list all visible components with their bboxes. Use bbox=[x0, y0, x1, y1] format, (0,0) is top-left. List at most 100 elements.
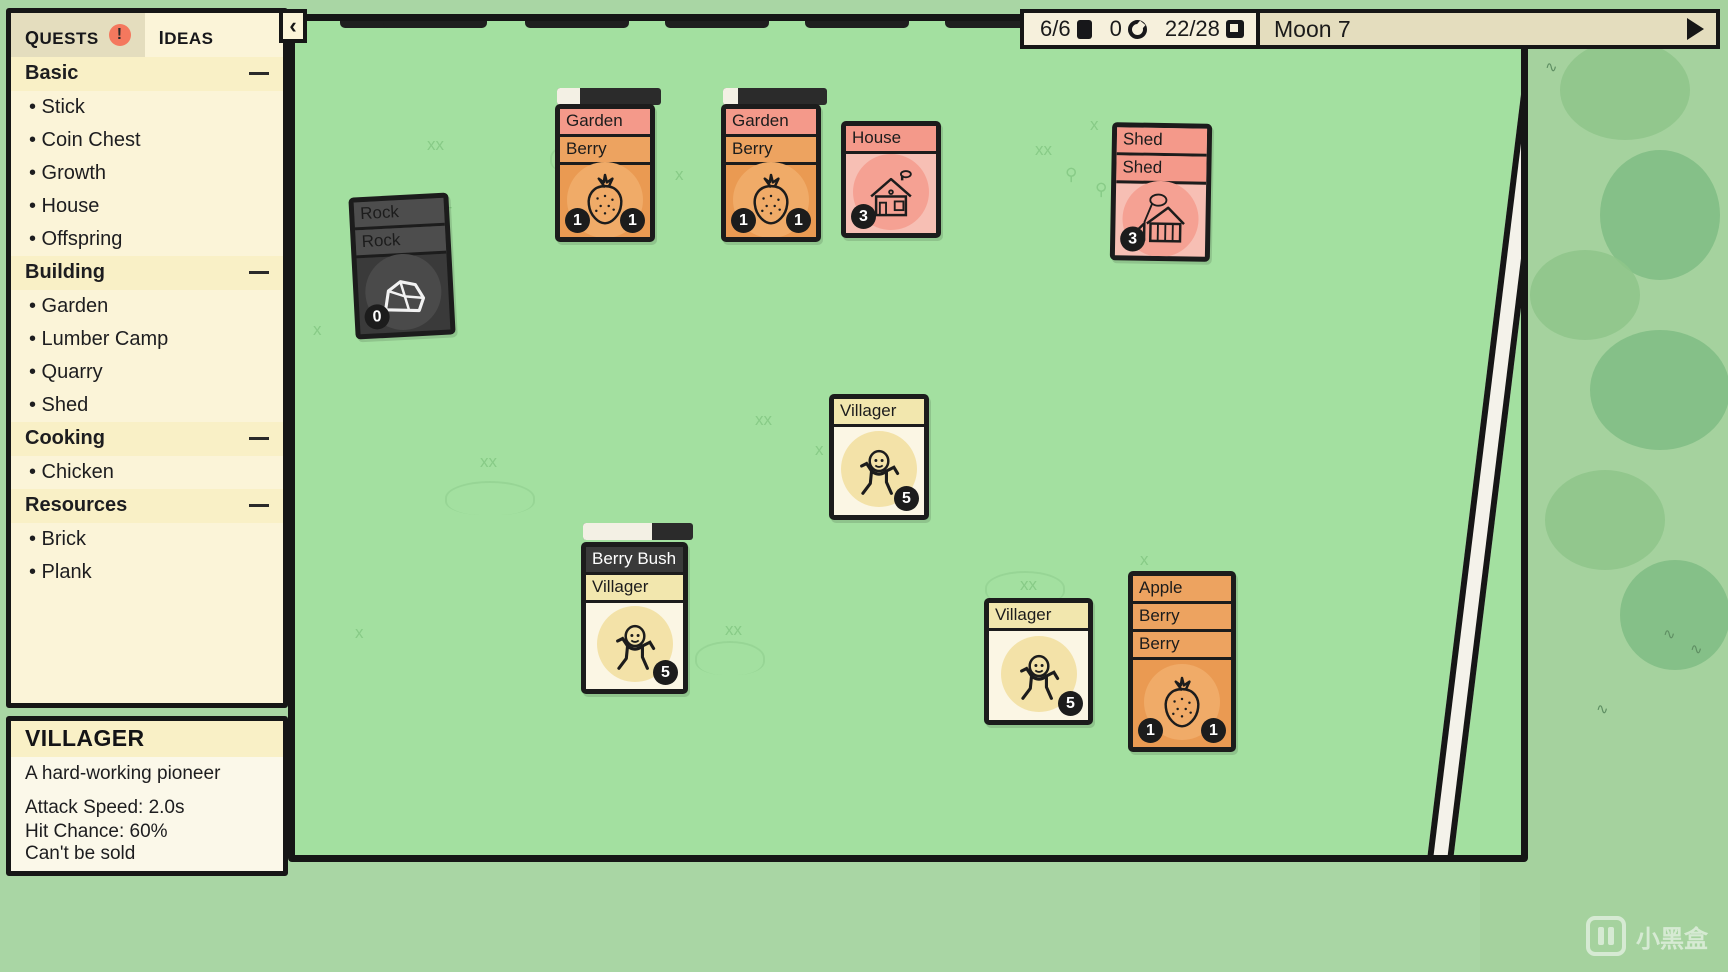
resource-hud: 6/6 0 22/28 bbox=[1020, 9, 1264, 49]
card-body: 11 bbox=[726, 161, 816, 237]
quest-item[interactable]: • Shed bbox=[11, 389, 283, 422]
moon-progress-bar[interactable]: Moon 7 bbox=[1256, 9, 1720, 49]
quest-item[interactable]: • House bbox=[11, 190, 283, 223]
card-row-label[interactable]: Berry bbox=[1133, 604, 1231, 632]
card-count-right: 1 bbox=[786, 208, 811, 233]
card-progress-bar bbox=[583, 523, 693, 540]
villager-card-1[interactable]: Villager 5 bbox=[829, 394, 929, 520]
quest-group-header[interactable]: Cooking bbox=[11, 422, 283, 456]
quest-item[interactable]: • Chicken bbox=[11, 456, 283, 489]
quest-item[interactable]: • Offspring bbox=[11, 223, 283, 256]
collapse-minus-icon[interactable] bbox=[249, 271, 269, 274]
tab-ideas[interactable]: Ideas bbox=[145, 13, 228, 57]
card-row-label[interactable]: House bbox=[846, 126, 936, 154]
card-progress-bar bbox=[723, 88, 827, 105]
card-row-label[interactable]: Shed bbox=[1116, 127, 1208, 157]
quest-item[interactable]: • Garden bbox=[11, 290, 283, 323]
card-row-label[interactable]: Apple bbox=[1133, 576, 1231, 604]
tree-blob bbox=[1530, 250, 1640, 340]
card-body: 5 bbox=[834, 427, 924, 515]
card-progress-fill bbox=[723, 88, 738, 105]
play-triangle-icon[interactable] bbox=[1687, 18, 1704, 40]
offscreen-card-5[interactable] bbox=[805, 21, 909, 28]
grass-doodle: xx bbox=[725, 620, 742, 639]
quest-item[interactable]: • Lumber Camp bbox=[11, 323, 283, 356]
garden-berry-stack-2[interactable]: Garden Berry 1 1 bbox=[721, 104, 821, 242]
card-body: 0 bbox=[357, 252, 451, 335]
shed-shed-stack[interactable]: Shed Shed 3 bbox=[1109, 122, 1213, 262]
sidebar-collapse-button[interactable]: ‹ bbox=[279, 9, 307, 43]
game-screen: ∿ ∿ ∿ ∿ xx ⌜ x xx x x xx x xx xx x ⚲ ⚲ x… bbox=[0, 0, 1728, 972]
card-row-label[interactable]: Villager bbox=[834, 399, 924, 427]
moon-label: Moon 7 bbox=[1274, 15, 1351, 42]
pack-count-group: 22/28 bbox=[1165, 16, 1244, 42]
card-body: 3 bbox=[846, 153, 936, 233]
box-icon bbox=[1225, 20, 1244, 38]
card-count-value: 6/6 bbox=[1040, 16, 1071, 41]
card-count-group: 6/6 bbox=[1040, 16, 1092, 42]
card-count-right: 5 bbox=[653, 660, 678, 685]
tree-blob bbox=[1620, 560, 1728, 670]
quest-item[interactable]: • Coin Chest bbox=[11, 124, 283, 157]
card-row-label[interactable]: Garden bbox=[560, 109, 650, 137]
card-row-label[interactable]: Villager bbox=[586, 575, 683, 603]
house-card[interactable]: House 3 bbox=[841, 121, 941, 238]
collapse-minus-icon[interactable] bbox=[249, 504, 269, 507]
sidebar-tabbar[interactable]: Quests! Ideas bbox=[11, 13, 283, 57]
offscreen-card-3[interactable] bbox=[525, 21, 629, 28]
offscreen-card-4[interactable] bbox=[665, 21, 769, 28]
grass-doodle: xx bbox=[755, 410, 772, 429]
quest-group-header[interactable]: Basic bbox=[11, 57, 283, 91]
collapse-minus-icon[interactable] bbox=[249, 437, 269, 440]
game-board[interactable]: xx ⌜ x xx x x xx x xx xx x ⚲ ⚲ xx x x Ga… bbox=[288, 14, 1528, 862]
tab-quests[interactable]: Quests! bbox=[11, 13, 145, 57]
coin-icon bbox=[1127, 19, 1147, 39]
card-count-left: 1 bbox=[731, 208, 756, 233]
quest-group-header[interactable]: Building bbox=[11, 256, 283, 290]
bird-decoration: ∿ bbox=[1545, 59, 1558, 76]
card-row-label[interactable]: Berry bbox=[1133, 632, 1231, 660]
card-count-left: 3 bbox=[851, 204, 876, 229]
quest-group-label: Building bbox=[25, 261, 105, 283]
grass-doodle: x bbox=[815, 440, 824, 459]
pack-count-value: 22/28 bbox=[1164, 16, 1220, 41]
collapse-minus-icon[interactable] bbox=[249, 72, 269, 75]
coin-count-group: 0 bbox=[1110, 16, 1147, 42]
quest-item[interactable]: • Plank bbox=[11, 556, 283, 589]
offscreen-card-2[interactable] bbox=[383, 21, 487, 28]
card-body: 5 bbox=[989, 631, 1088, 720]
quest-list[interactable]: Basic • Stick • Coin Chest • Growth • House •… bbox=[11, 57, 283, 703]
path-stripe bbox=[1401, 21, 1521, 855]
apple-berry-berry-stack[interactable]: Apple Berry Berry 1 1 bbox=[1128, 571, 1236, 752]
card-body: 5 bbox=[586, 603, 683, 689]
card-row-label[interactable]: Villager bbox=[989, 603, 1088, 631]
villager-card-2[interactable]: Villager 5 bbox=[984, 598, 1093, 725]
grass-doodle: x bbox=[313, 320, 322, 339]
chevron-left-icon: ‹ bbox=[289, 13, 297, 38]
card-row-label[interactable]: Garden bbox=[726, 109, 816, 137]
garden-berry-stack-1[interactable]: Garden Berry 1 1 bbox=[555, 104, 655, 242]
rock-rock-stack[interactable]: Rock Rock 0 bbox=[348, 192, 456, 340]
info-footer: Can't be sold bbox=[11, 841, 283, 871]
tree-blob bbox=[1545, 470, 1665, 570]
tree-blob bbox=[1560, 40, 1690, 140]
info-stat: Attack Speed: 2.0s bbox=[25, 797, 185, 818]
bush-doodle bbox=[695, 641, 765, 675]
berry-bush-villager-stack[interactable]: Berry Bush Villager 5 bbox=[581, 542, 688, 694]
quest-item[interactable]: • Stick bbox=[11, 91, 283, 124]
grass-doodle: ⚲ bbox=[1095, 180, 1108, 199]
tree-blob bbox=[1590, 330, 1728, 450]
card-count-right: 5 bbox=[894, 486, 919, 511]
bird-decoration: ∿ bbox=[1663, 626, 1676, 643]
quest-item[interactable]: • Brick bbox=[11, 523, 283, 556]
quest-group-header[interactable]: Resources bbox=[11, 489, 283, 523]
tab-label: Ideas bbox=[158, 19, 214, 50]
quests-sidebar[interactable]: Quests! Ideas Basic • Stick • Coin Chest • G… bbox=[6, 8, 288, 708]
watermark: 小黑盒 bbox=[1586, 916, 1708, 956]
quest-group-label: Resources bbox=[25, 494, 128, 516]
quest-item[interactable]: • Growth bbox=[11, 157, 283, 190]
card-row-label[interactable]: Berry Bush bbox=[586, 547, 683, 575]
quest-item[interactable]: • Quarry bbox=[11, 356, 283, 389]
card-body: 3 bbox=[1115, 179, 1206, 258]
quest-group-label: Cooking bbox=[25, 427, 105, 449]
